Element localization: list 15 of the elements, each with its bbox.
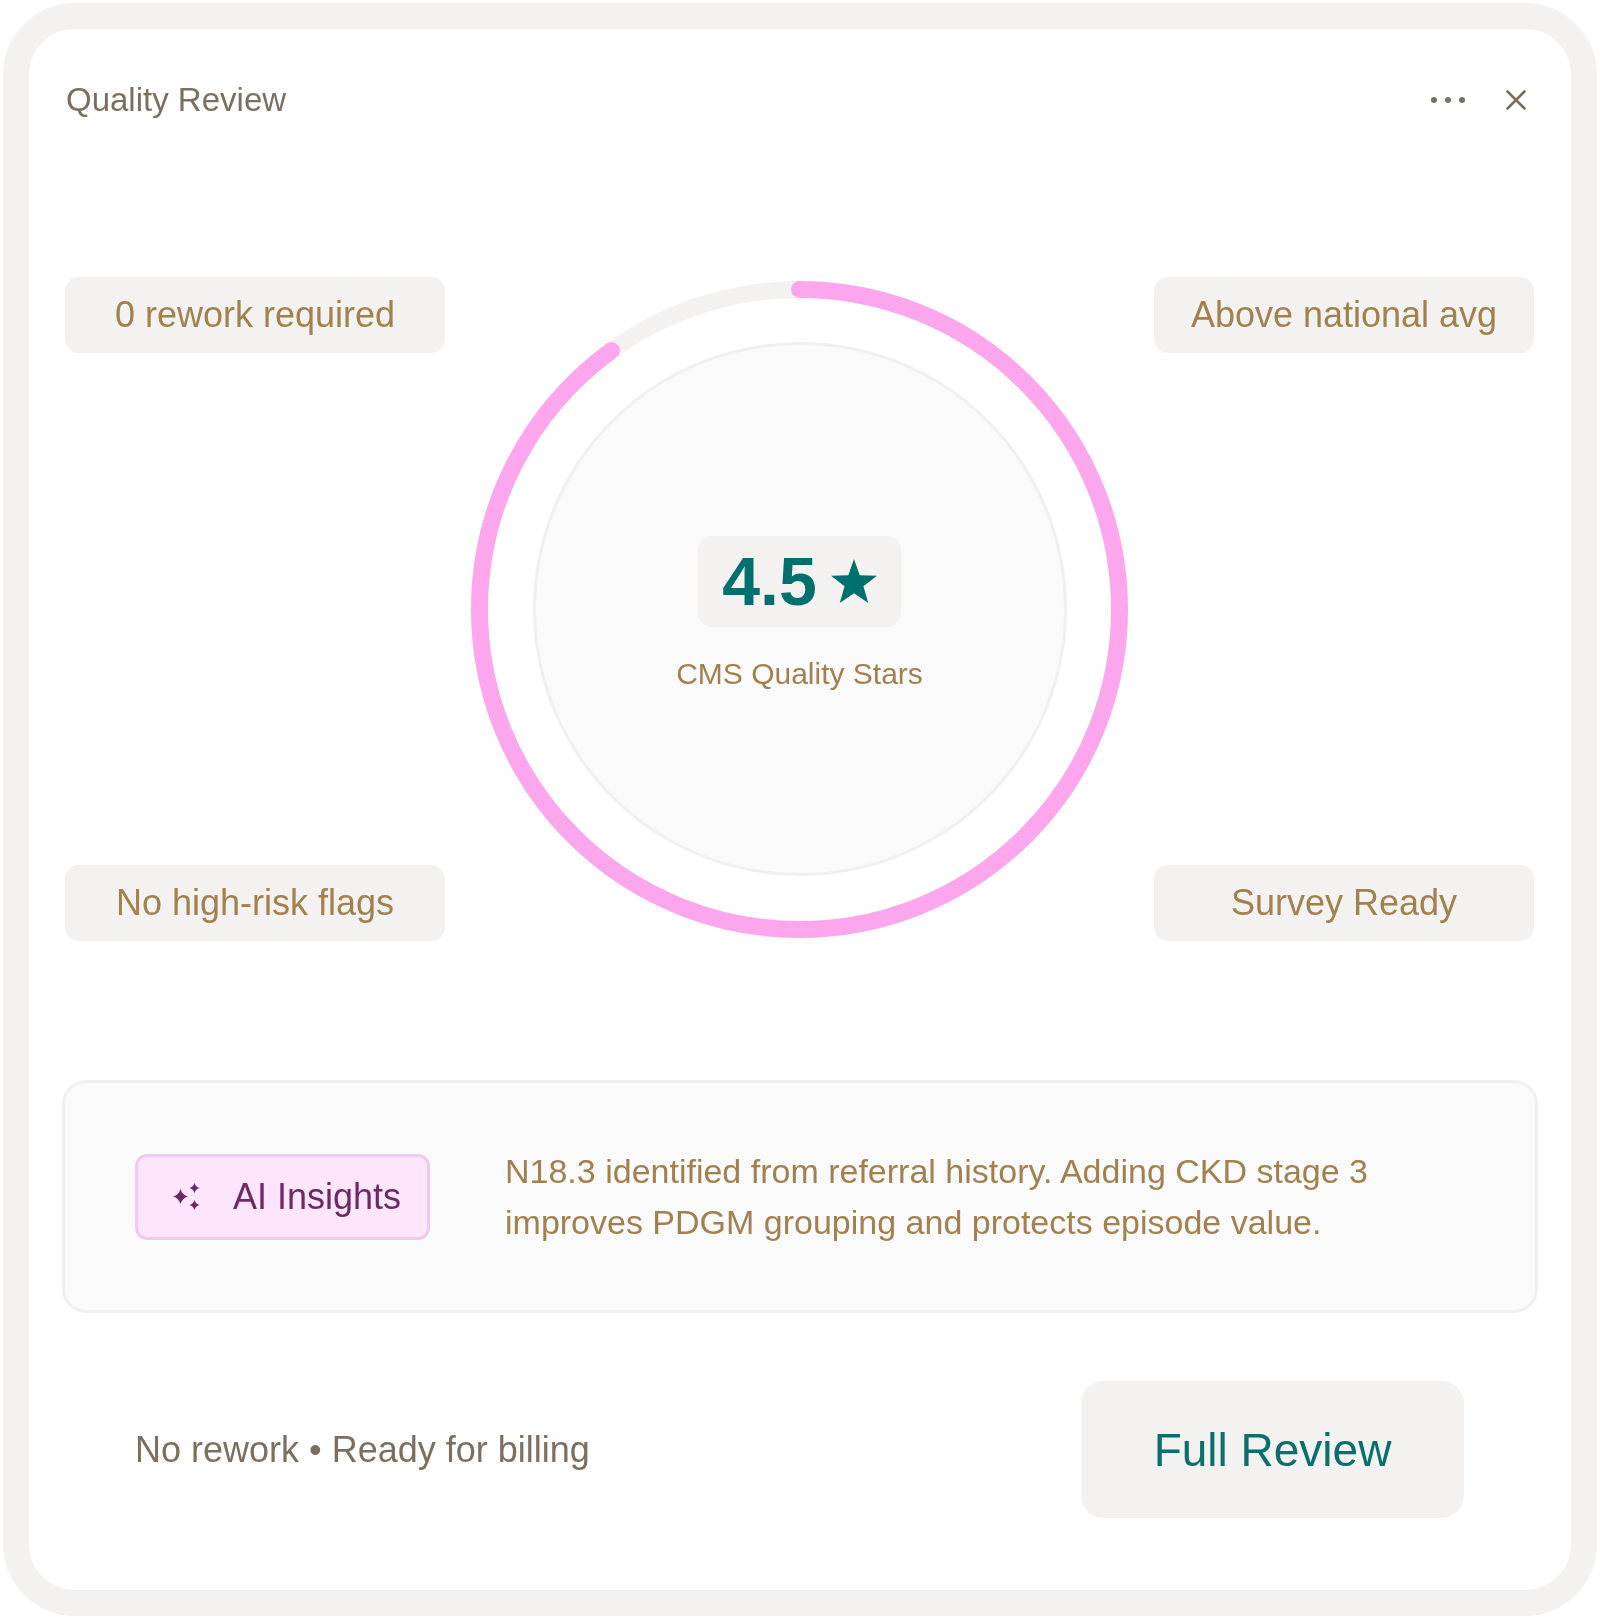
status-tag: Survey Ready (1154, 865, 1534, 941)
insight-text: N18.3 identified from referral history. Adding CKD stage 3 improves PDGM grouping and protects episode value. (505, 1150, 1369, 1243)
status-tag: Above national avg (1154, 277, 1534, 353)
window-title: Quality Review (66, 81, 287, 119)
full-review-button[interactable]: Full Review (1081, 1381, 1464, 1518)
status-text: No rework • Ready for billing (135, 1428, 590, 1471)
sparkle-icon (173, 1183, 200, 1210)
ai-insights-button[interactable]: AI Insights (135, 1153, 430, 1240)
more-icon[interactable] (1431, 97, 1465, 103)
star-icon (830, 559, 877, 603)
score-caption: CMS Quality Stars (676, 656, 923, 691)
status-tag: No high-risk flags (65, 865, 445, 941)
close-icon[interactable] (1506, 90, 1526, 110)
status-tag: 0 rework required (65, 277, 445, 353)
score-value: 4.5 (722, 547, 817, 615)
